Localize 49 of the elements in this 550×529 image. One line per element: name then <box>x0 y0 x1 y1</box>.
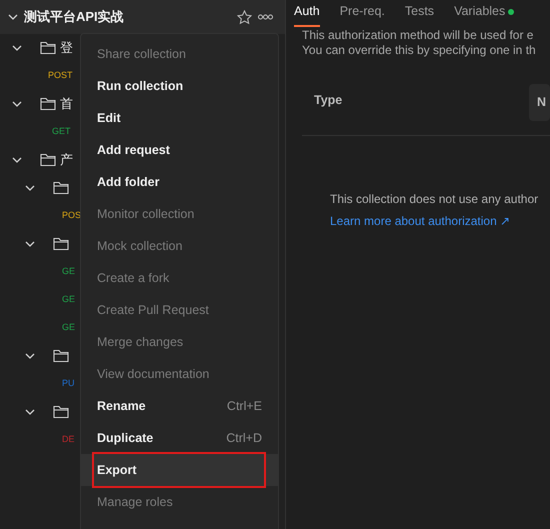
menu-item[interactable]: Export <box>81 454 278 486</box>
request-method[interactable]: PU <box>62 377 75 391</box>
folder-icon <box>53 349 69 363</box>
folder-name[interactable]: 首 <box>60 94 73 114</box>
menu-item[interactable]: Add folder <box>81 166 278 198</box>
folder-icon <box>40 97 56 111</box>
collection-name[interactable]: 测试平台API实战 <box>24 7 231 27</box>
menu-item[interactable]: Run collection <box>81 70 278 102</box>
chevron-down-icon[interactable] <box>25 240 35 248</box>
chevron-down-icon[interactable] <box>12 100 22 108</box>
folder-icon <box>40 153 56 167</box>
collection-header[interactable]: 测试平台API实战 <box>0 0 285 34</box>
menu-item[interactable]: Rename Ctrl+E <box>81 390 278 422</box>
folder-icon <box>40 41 56 55</box>
folder-icon <box>53 181 69 195</box>
menu-item[interactable]: Duplicate Ctrl+D <box>81 422 278 454</box>
chevron-down-icon[interactable] <box>8 13 18 21</box>
request-method[interactable]: POS <box>62 209 82 223</box>
chevron-down-icon[interactable] <box>25 352 35 360</box>
request-method[interactable]: GE <box>62 293 76 307</box>
menu-item[interactable]: Edit <box>81 102 278 134</box>
request-method[interactable]: POST <box>48 69 73 83</box>
chevron-down-icon[interactable] <box>25 408 35 416</box>
tab[interactable]: Auth <box>294 2 320 27</box>
chevron-down-icon[interactable] <box>25 184 35 192</box>
folder-icon <box>53 405 69 419</box>
tab[interactable]: Tests <box>404 2 434 27</box>
type-label: Type <box>314 92 342 110</box>
description-text: This authorization method will be used for e <box>302 28 534 43</box>
tab[interactable]: Pre-req. <box>340 2 385 27</box>
shortcut-label: Ctrl+D <box>226 430 262 447</box>
tab[interactable]: Variables <box>454 2 514 27</box>
learn-more-link[interactable]: Learn more about authorization ↗ <box>330 212 510 230</box>
more-icon[interactable] <box>258 14 273 20</box>
folder-icon <box>53 237 69 251</box>
empty-message: This collection does not use any author <box>330 191 540 208</box>
menu-item[interactable]: Add request <box>81 134 278 166</box>
request-method[interactable]: GE <box>62 265 76 279</box>
star-icon[interactable] <box>237 10 252 24</box>
chevron-down-icon[interactable] <box>12 156 22 164</box>
menu-item-label[interactable]: Export <box>97 460 137 480</box>
chevron-down-icon[interactable] <box>12 44 22 52</box>
folder-name[interactable]: 登 <box>60 38 73 58</box>
type-select[interactable]: N <box>528 84 550 121</box>
description-text: You can override this by specifying one in th <box>302 43 537 58</box>
shortcut-label: Ctrl+E <box>226 398 262 415</box>
request-method[interactable]: GE <box>62 321 76 335</box>
folder-name[interactable]: 产 <box>60 150 73 170</box>
request-method[interactable]: GET <box>52 125 71 139</box>
